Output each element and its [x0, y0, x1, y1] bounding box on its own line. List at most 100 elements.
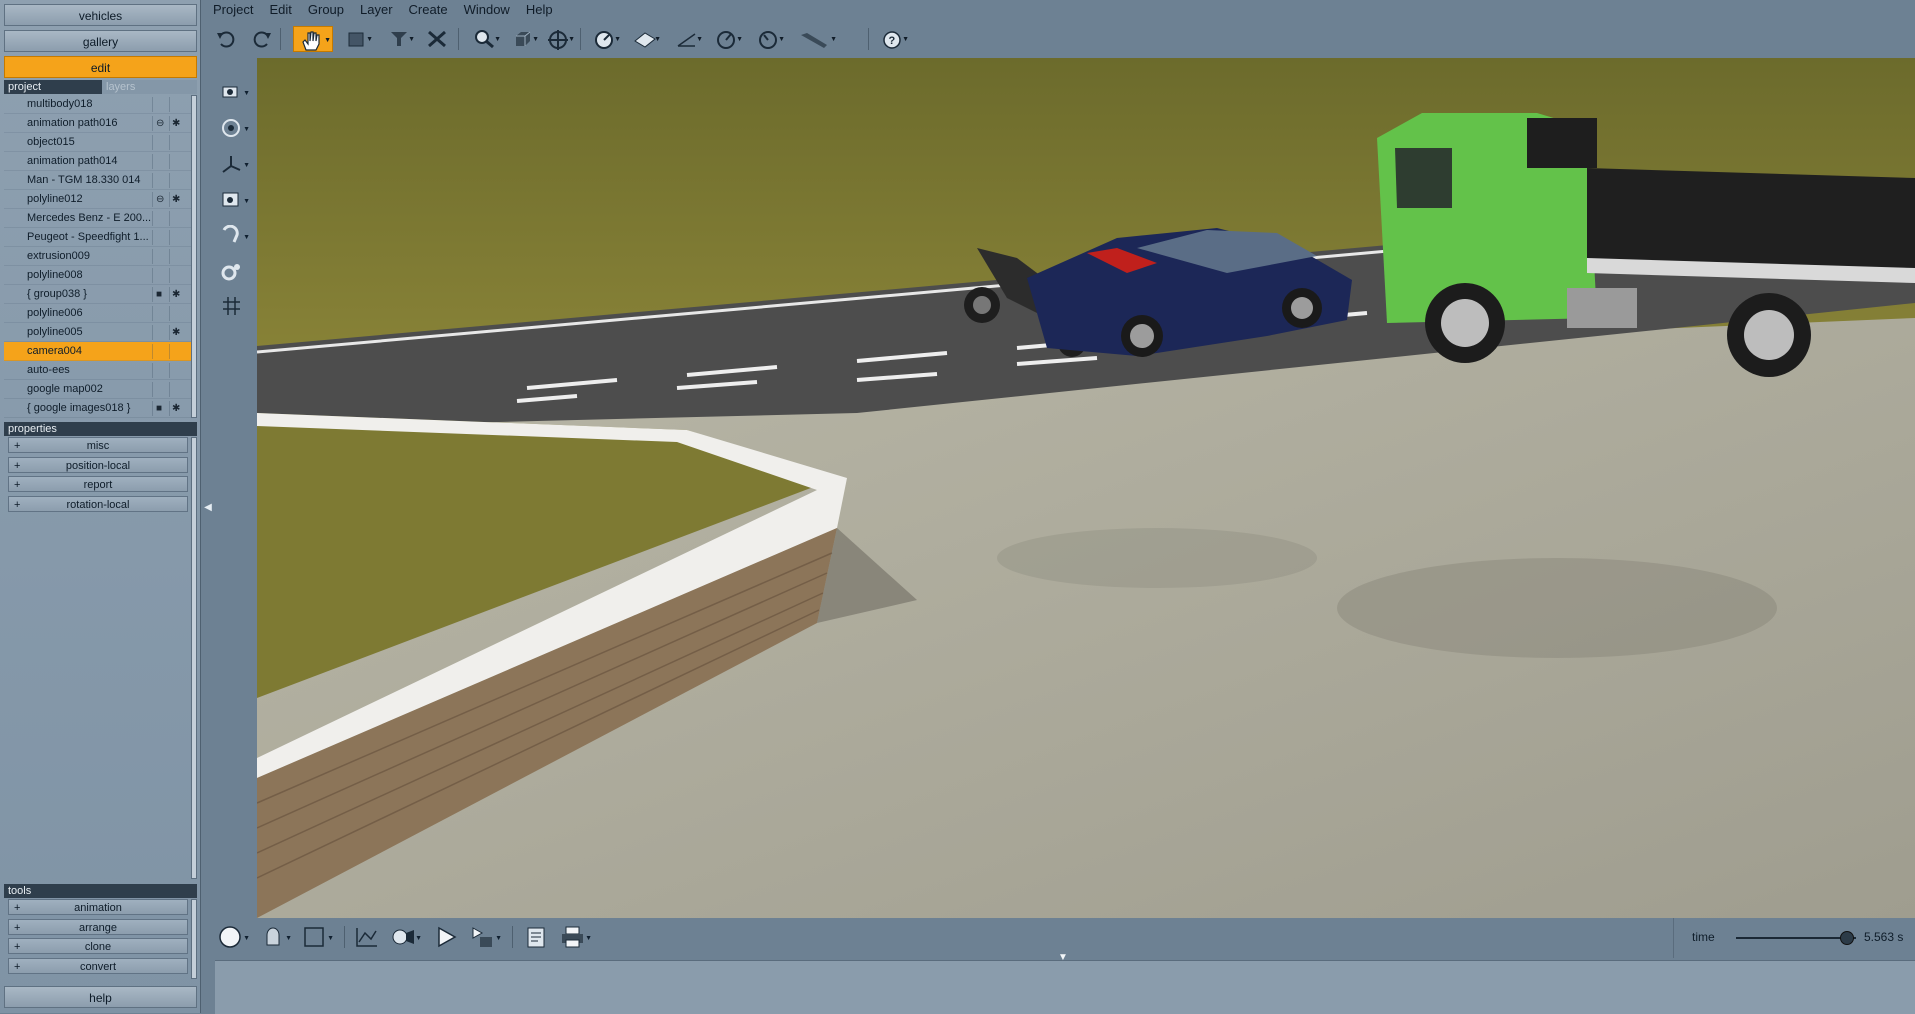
- zoom-icon[interactable]: ▼: [468, 26, 502, 52]
- angle-icon[interactable]: ▼: [710, 26, 744, 52]
- menu-help[interactable]: Help: [518, 0, 561, 20]
- visibility-cell[interactable]: [152, 344, 168, 359]
- visibility-cell[interactable]: [152, 382, 168, 397]
- folder-icon[interactable]: ■: [156, 399, 162, 418]
- visibility-cell[interactable]: [169, 249, 185, 264]
- axis-icon[interactable]: ▼: [216, 150, 250, 178]
- surface-icon[interactable]: ▼: [628, 26, 662, 52]
- project-item[interactable]: animation path016 ⊖ ✱: [4, 114, 193, 133]
- visibility-cell[interactable]: [152, 230, 168, 245]
- expand-timeline-icon[interactable]: ▼: [1058, 952, 1068, 963]
- time-slider-handle[interactable]: [1840, 931, 1855, 945]
- visibility-cell[interactable]: [169, 230, 185, 245]
- help-icon[interactable]: ? ▼: [876, 26, 910, 52]
- gallery-button[interactable]: gallery: [4, 30, 197, 52]
- collapse-panel-icon[interactable]: ◀: [203, 500, 213, 516]
- tool-row[interactable]: + clone: [8, 938, 188, 954]
- project-item[interactable]: polyline008: [4, 266, 193, 285]
- tools-scrollbar[interactable]: [191, 899, 197, 979]
- visibility-cell[interactable]: [169, 97, 185, 112]
- expand-plus-icon[interactable]: +: [14, 497, 20, 513]
- dimension-icon[interactable]: ▼: [670, 26, 704, 52]
- property-row[interactable]: + misc: [8, 437, 188, 453]
- project-item[interactable]: polyline005 ✱: [4, 323, 193, 342]
- help-button[interactable]: help: [4, 986, 197, 1008]
- visibility-cell[interactable]: [152, 154, 168, 169]
- expand-plus-icon[interactable]: +: [14, 458, 20, 474]
- print-icon[interactable]: ▼: [556, 922, 592, 952]
- select-tool-icon[interactable]: ▼: [382, 26, 416, 52]
- menu-project[interactable]: Project: [205, 0, 261, 20]
- visibility-cell[interactable]: [152, 325, 168, 340]
- ruler-icon[interactable]: ▼: [794, 26, 838, 52]
- gear-icon[interactable]: ✱: [172, 190, 180, 209]
- property-row[interactable]: + rotation-local: [8, 495, 188, 513]
- select-rectangle-icon[interactable]: ▼: [340, 26, 374, 52]
- project-item[interactable]: animation path014: [4, 152, 193, 171]
- orbit-icon[interactable]: ▼: [542, 26, 576, 52]
- visibility-cell[interactable]: [169, 173, 185, 188]
- property-row[interactable]: + position-local: [8, 456, 188, 474]
- folder-icon[interactable]: ■: [156, 285, 162, 304]
- visibility-cell[interactable]: [169, 306, 185, 321]
- settings-gears-icon[interactable]: [216, 258, 250, 286]
- project-item[interactable]: Man - TGM 18.330 014: [4, 171, 193, 190]
- menu-edit[interactable]: Edit: [261, 0, 299, 20]
- menu-create[interactable]: Create: [401, 0, 456, 20]
- visibility-cell[interactable]: [152, 97, 168, 112]
- tool-row[interactable]: + convert: [8, 957, 188, 974]
- project-item[interactable]: object015: [4, 133, 193, 152]
- report-icon[interactable]: [520, 922, 556, 952]
- play-icon[interactable]: [430, 922, 466, 952]
- project-scrollbar[interactable]: [191, 95, 197, 418]
- visibility-cell[interactable]: [169, 344, 185, 359]
- tab-layers[interactable]: layers: [102, 80, 197, 94]
- project-item[interactable]: camera004: [4, 342, 193, 361]
- view-cube-icon[interactable]: ▼: [506, 26, 540, 52]
- project-item[interactable]: polyline006: [4, 304, 193, 323]
- gear-icon[interactable]: ✱: [172, 399, 180, 418]
- magnet-icon[interactable]: ▼: [216, 222, 250, 250]
- gear-icon[interactable]: ✱: [172, 323, 180, 342]
- visibility-cell[interactable]: [169, 211, 185, 226]
- box-icon[interactable]: ▼: [298, 922, 334, 952]
- menu-layer[interactable]: Layer: [352, 0, 401, 20]
- visibility-cell[interactable]: [169, 268, 185, 283]
- project-item[interactable]: google map002: [4, 380, 193, 399]
- visibility-cell[interactable]: [169, 382, 185, 397]
- measure-icon[interactable]: ▼: [588, 26, 622, 52]
- project-item[interactable]: auto-ees: [4, 361, 193, 380]
- link-icon[interactable]: ⊖: [156, 114, 164, 133]
- expand-plus-icon[interactable]: +: [14, 438, 20, 454]
- grid-icon[interactable]: [216, 292, 250, 320]
- graph-icon[interactable]: [350, 922, 386, 952]
- menu-window[interactable]: Window: [456, 0, 518, 20]
- project-item[interactable]: polyline012 ⊖ ✱: [4, 190, 193, 209]
- gauge-icon[interactable]: ▼: [752, 26, 786, 52]
- visibility-cell[interactable]: [152, 173, 168, 188]
- visibility-cell[interactable]: [152, 268, 168, 283]
- delete-icon[interactable]: [420, 26, 454, 52]
- time-slider-track[interactable]: [1736, 937, 1856, 939]
- expand-plus-icon[interactable]: +: [14, 900, 20, 916]
- visibility-cell[interactable]: [169, 363, 185, 378]
- render-icon[interactable]: ▼: [466, 922, 502, 952]
- link-icon[interactable]: ⊖: [156, 190, 164, 209]
- tool-row[interactable]: + animation: [8, 899, 188, 915]
- screenshot-icon[interactable]: ▼: [216, 186, 250, 214]
- visibility-cell[interactable]: [152, 306, 168, 321]
- project-item[interactable]: { group038 } ■ ✱: [4, 285, 193, 304]
- undo-icon[interactable]: [210, 26, 244, 52]
- head-icon[interactable]: ▼: [256, 922, 292, 952]
- sphere-icon[interactable]: ▼: [214, 922, 250, 952]
- project-item[interactable]: Mercedes Benz - E 200...: [4, 209, 193, 228]
- menu-group[interactable]: Group: [300, 0, 352, 20]
- visibility-cell[interactable]: [169, 154, 185, 169]
- target-icon[interactable]: ▼: [216, 114, 250, 142]
- tool-row[interactable]: + arrange: [8, 918, 188, 936]
- expand-plus-icon[interactable]: +: [14, 477, 20, 493]
- expand-plus-icon[interactable]: +: [14, 920, 20, 936]
- gear-icon[interactable]: ✱: [172, 285, 180, 304]
- 3d-viewport[interactable]: [257, 58, 1915, 918]
- edit-button[interactable]: edit: [4, 56, 197, 78]
